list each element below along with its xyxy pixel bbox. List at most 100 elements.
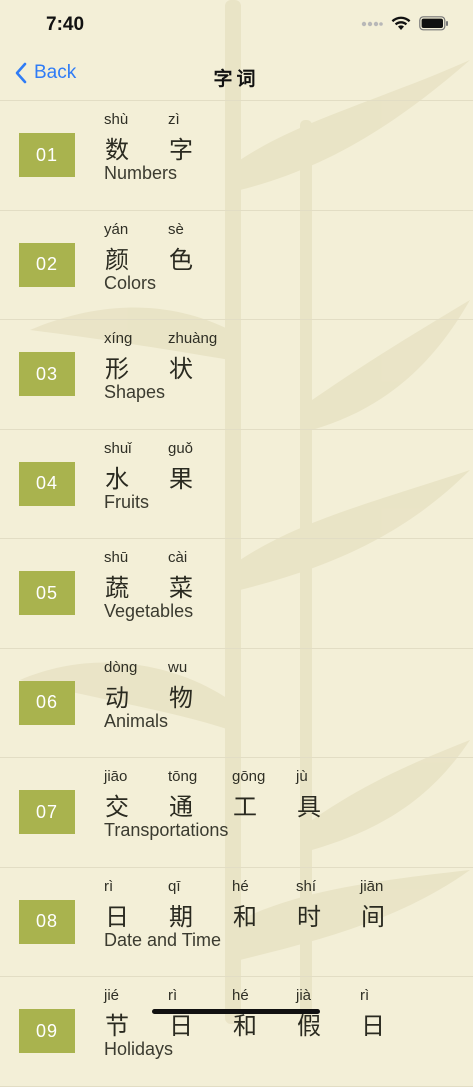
pinyin-label: wu bbox=[168, 658, 188, 676]
character-cell: yán 颜 bbox=[104, 221, 168, 275]
hanzi-character: 颜 bbox=[105, 245, 129, 274]
character-cell: shū 蔬 bbox=[104, 549, 168, 603]
pinyin-label: jià bbox=[296, 987, 312, 1004]
pinyin-label: hé bbox=[232, 987, 249, 1004]
hanzi-character: 物 bbox=[169, 683, 193, 712]
character-cell: tōng 通 bbox=[168, 768, 232, 822]
hanzi-character: 时 bbox=[297, 902, 321, 931]
pinyin-label: hé bbox=[232, 877, 249, 895]
page-title: 字词 bbox=[213, 68, 260, 90]
english-label: Numbers bbox=[104, 163, 178, 183]
character-cell: zì 字 bbox=[168, 111, 232, 165]
list-item[interactable]: 01 shù 数 zì 字 Numbers bbox=[0, 101, 473, 211]
character-group: dòng 动 wu 物 bbox=[104, 659, 232, 713]
list-item[interactable]: 04 shuǐ 水 guǒ 果 Fruits bbox=[0, 430, 473, 539]
character-cell: jiāo 交 bbox=[104, 768, 168, 822]
pinyin-label: shuǐ bbox=[104, 439, 132, 457]
pinyin-label: gōng bbox=[232, 768, 266, 785]
character-cell: guǒ 果 bbox=[168, 440, 232, 494]
item-number-badge: 09 bbox=[19, 1009, 75, 1053]
pinyin-label: rì bbox=[168, 987, 178, 1004]
character-cell: jià 假 bbox=[296, 987, 360, 1041]
pinyin-label: shù bbox=[104, 111, 129, 128]
hanzi-character: 果 bbox=[169, 464, 193, 493]
hanzi-character: 日 bbox=[105, 902, 129, 931]
pinyin-label: tōng bbox=[168, 768, 198, 785]
hanzi-character: 水 bbox=[105, 464, 129, 493]
list-item[interactable]: 03 xíng 形 zhuàng 状 Shapes bbox=[0, 320, 473, 430]
item-number-badge: 08 bbox=[19, 899, 75, 944]
character-group: shuǐ 水 guǒ 果 bbox=[104, 440, 232, 494]
list-item[interactable]: 05 shū 蔬 cài 菜 Vegetables bbox=[0, 539, 473, 649]
pinyin-label: cài bbox=[168, 549, 188, 566]
pinyin-label: shí bbox=[296, 877, 317, 895]
english-label: Transportations bbox=[104, 820, 229, 840]
english-label: Fruits bbox=[104, 491, 149, 512]
character-group: jiāo 交 tōng 通 gōng 工 jù 具 bbox=[104, 768, 360, 822]
hanzi-character: 形 bbox=[105, 355, 129, 383]
character-cell: shuǐ 水 bbox=[104, 440, 168, 494]
character-cell: hé 和 bbox=[232, 987, 296, 1041]
pinyin-label: dòng bbox=[104, 658, 138, 676]
item-number-badge: 05 bbox=[19, 571, 75, 615]
pinyin-label: jié bbox=[104, 987, 120, 1004]
english-label: Colors bbox=[104, 272, 157, 293]
home-indicator[interactable] bbox=[152, 1009, 320, 1014]
pinyin-label: rì bbox=[104, 877, 114, 895]
list-item[interactable]: 09 jié 节 rì 日 hé 和 jià 假 rì 日 Holidays bbox=[0, 977, 473, 1087]
pinyin-label: rì bbox=[360, 987, 370, 1004]
hanzi-character: 具 bbox=[297, 793, 321, 821]
character-group: rì 日 qī 期 hé 和 shí 时 jiān 间 bbox=[104, 878, 424, 932]
english-label: Holidays bbox=[104, 1039, 174, 1059]
english-label: Shapes bbox=[104, 382, 166, 402]
cellular-icon bbox=[361, 21, 383, 26]
character-cell: jiān 间 bbox=[360, 878, 424, 932]
character-cell: dòng 动 bbox=[104, 659, 168, 713]
pinyin-label: qī bbox=[168, 877, 181, 895]
character-group: shū 蔬 cài 菜 bbox=[104, 549, 232, 603]
hanzi-character: 工 bbox=[233, 793, 257, 821]
hanzi-character: 色 bbox=[169, 245, 193, 274]
character-cell: sè 色 bbox=[168, 221, 232, 275]
hanzi-character: 交 bbox=[105, 793, 129, 821]
character-cell: cài 菜 bbox=[168, 549, 232, 603]
list-item[interactable]: 02 yán 颜 sè 色 Colors bbox=[0, 211, 473, 320]
item-number-badge: 06 bbox=[19, 680, 75, 725]
character-cell: jié 节 bbox=[104, 987, 168, 1041]
pinyin-label: yán bbox=[104, 220, 129, 238]
category-list: 01 shù 数 zì 字 Numbers 02 yán 颜 sè 色 Colors 03 xíng 形 zh… bbox=[0, 101, 473, 1087]
list-item[interactable]: 07 jiāo 交 tōng 通 gōng 工 jù 具 Transportations bbox=[0, 758, 473, 868]
english-label: Animals bbox=[104, 710, 169, 731]
hanzi-character: 状 bbox=[169, 355, 193, 383]
hanzi-character: 字 bbox=[169, 136, 193, 164]
character-cell: gōng 工 bbox=[232, 768, 296, 822]
english-label: Vegetables bbox=[104, 601, 194, 621]
character-group: jié 节 rì 日 hé 和 jià 假 rì 日 bbox=[104, 987, 424, 1041]
hanzi-character: 蔬 bbox=[105, 574, 129, 602]
pinyin-label: jiān bbox=[360, 877, 384, 895]
character-cell: rì 日 bbox=[104, 878, 168, 932]
character-cell: xíng 形 bbox=[104, 330, 168, 384]
hanzi-character: 数 bbox=[105, 136, 129, 164]
list-item[interactable]: 06 dòng 动 wu 物 Animals bbox=[0, 649, 473, 758]
hanzi-character: 动 bbox=[105, 683, 129, 712]
character-cell: shí 时 bbox=[296, 878, 360, 932]
list-item[interactable]: 08 rì 日 qī 期 hé 和 shí 时 jiān 间 Date and Time bbox=[0, 868, 473, 977]
character-group: yán 颜 sè 色 bbox=[104, 221, 232, 275]
hanzi-character: 菜 bbox=[169, 574, 193, 602]
pinyin-label: xíng bbox=[104, 330, 133, 347]
hanzi-character: 间 bbox=[361, 902, 385, 931]
hanzi-character: 和 bbox=[233, 902, 257, 931]
item-number-badge: 02 bbox=[19, 242, 75, 287]
navigation-bar: Back 字词 bbox=[0, 52, 473, 101]
item-number-badge: 01 bbox=[19, 133, 75, 177]
hanzi-character: 通 bbox=[169, 793, 193, 821]
item-number-badge: 04 bbox=[19, 461, 75, 506]
pinyin-label: sè bbox=[168, 220, 184, 238]
battery-icon bbox=[419, 16, 448, 31]
wifi-icon bbox=[391, 16, 411, 30]
item-number-badge: 07 bbox=[19, 790, 75, 834]
character-group: xíng 形 zhuàng 状 bbox=[104, 330, 232, 384]
character-cell: hé 和 bbox=[232, 878, 296, 932]
item-number-badge: 03 bbox=[19, 352, 75, 396]
